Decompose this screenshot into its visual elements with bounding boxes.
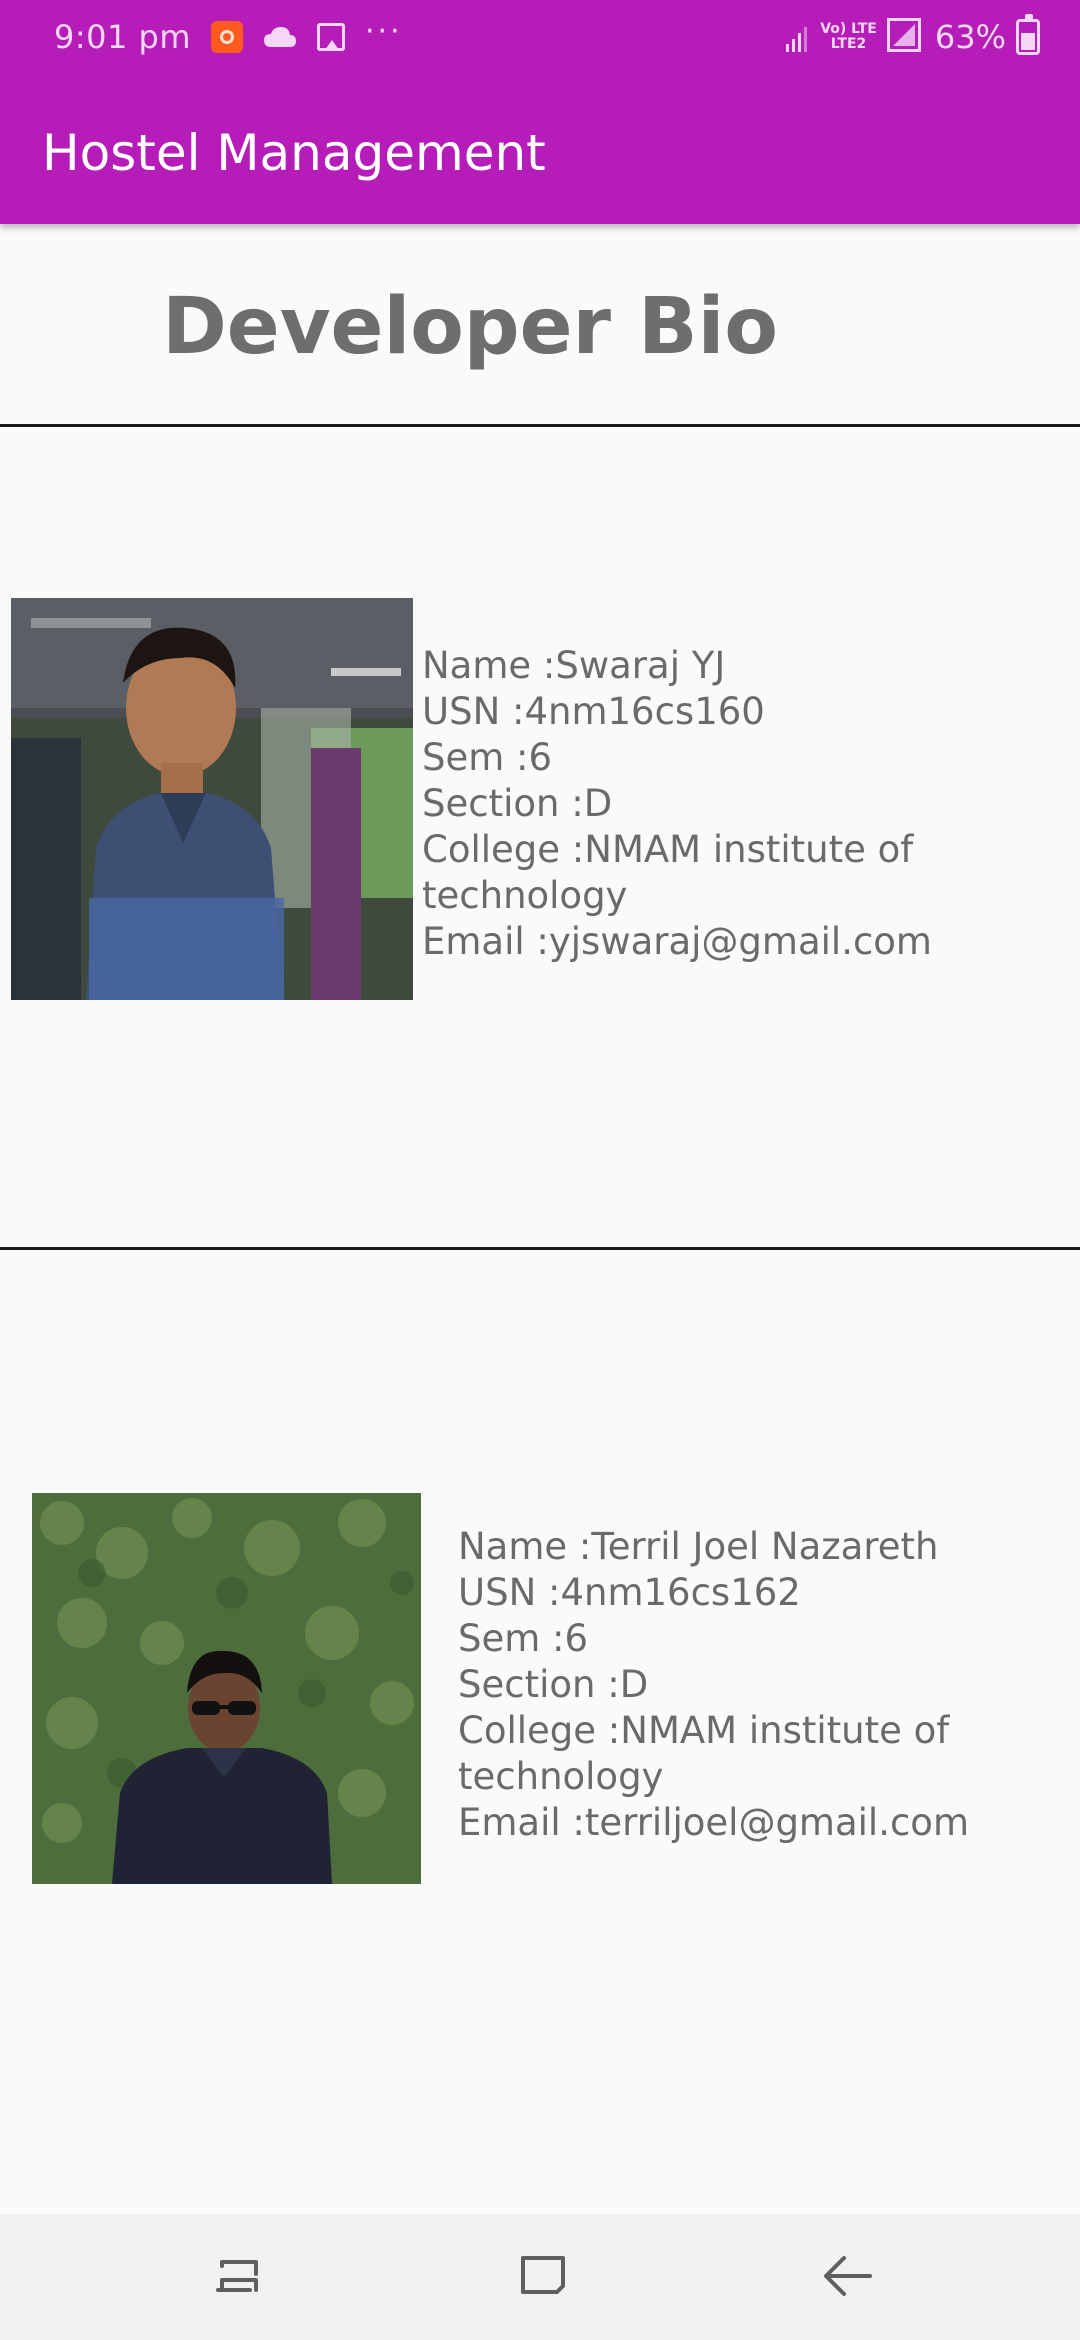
developer-sem: Sem :6 — [422, 736, 553, 779]
battery-icon — [1016, 14, 1040, 55]
developer-name: Name :Terril Joel Nazareth — [458, 1525, 939, 1568]
signal-icon — [786, 22, 810, 52]
back-button[interactable] — [814, 2244, 878, 2308]
divider — [0, 424, 1080, 427]
developer-sem: Sem :6 — [458, 1617, 589, 1660]
home-icon — [521, 2256, 565, 2294]
developer-college: College :NMAM institute of technology — [422, 828, 914, 917]
developer-usn: USN :4nm16cs162 — [458, 1571, 801, 1614]
app-title: Hostel Management — [42, 124, 546, 182]
developer-usn: USN :4nm16cs160 — [422, 690, 765, 733]
developer-name: Name :Swaraj YJ — [422, 644, 726, 687]
network-badge: Vo) LTE LTE2 — [820, 22, 877, 52]
developer-bio: Name :Terril Joel Nazareth USN :4nm16cs1… — [458, 1524, 1018, 1846]
recent-apps-icon — [216, 2260, 258, 2292]
network-badge-bottom: LTE2 — [830, 36, 867, 52]
screen-record-icon — [211, 21, 244, 53]
developer-email: Email :terriljoel@gmail.com — [458, 1801, 969, 1844]
more-dots-icon: ··· — [365, 14, 403, 49]
developer-bio: Name :Swaraj YJ USN :4nm16cs160 Sem :6 S… — [422, 643, 982, 965]
back-icon — [824, 2256, 872, 2296]
status-bar: 9:01 pm ··· Vo) LTE LTE2 63% — [0, 0, 1080, 80]
status-left-group: 9:01 pm ··· — [54, 14, 403, 57]
status-right-group: Vo) LTE LTE2 63% — [786, 14, 1040, 56]
gallery-icon — [317, 23, 346, 51]
developer-email: Email :yjswaraj@gmail.com — [422, 920, 932, 963]
recent-apps-button[interactable] — [208, 2244, 272, 2308]
app-bar: Hostel Management — [0, 80, 1080, 224]
developer-photo — [11, 598, 413, 1000]
developer-section: Section :D — [458, 1663, 649, 1706]
navigation-bar — [0, 2214, 1080, 2340]
status-time: 9:01 pm — [54, 18, 192, 56]
developer-section: Section :D — [422, 782, 613, 825]
developer-college: College :NMAM institute of technology — [458, 1709, 950, 1798]
cell-signal-icon — [886, 18, 921, 56]
page-heading: Developer Bio — [162, 282, 778, 372]
battery-percent: 63% — [934, 18, 1006, 56]
network-badge-top: Vo) LTE — [820, 21, 877, 37]
developer-photo — [32, 1493, 421, 1884]
home-button[interactable] — [511, 2244, 575, 2308]
cloud-icon — [263, 26, 297, 48]
divider — [0, 1247, 1080, 1250]
